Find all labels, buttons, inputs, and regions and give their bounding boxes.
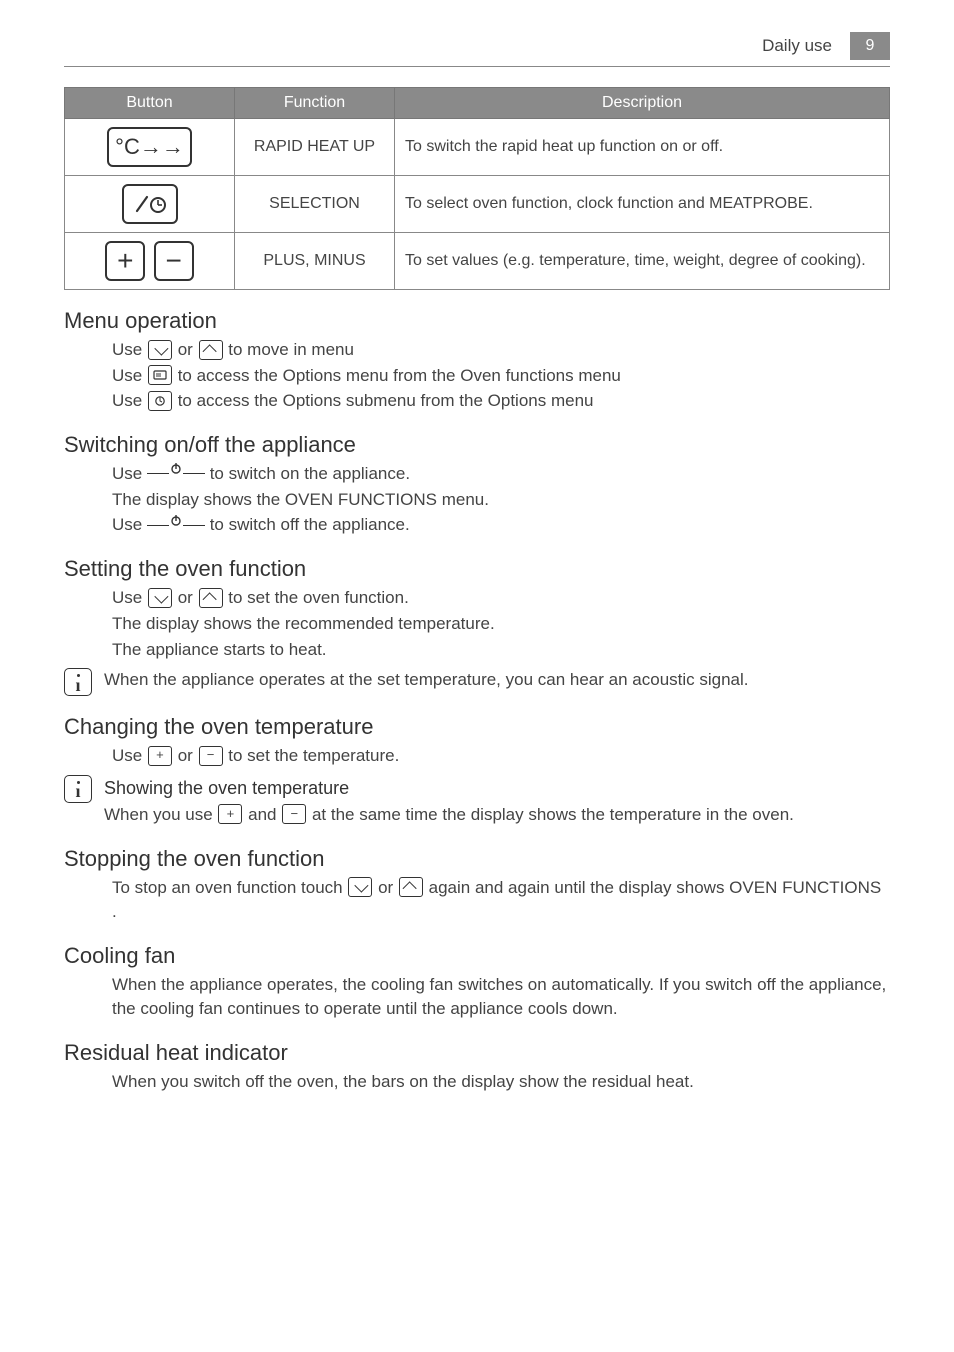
button-function-table: Button Function Description °C→→ RAPID H… — [64, 87, 890, 290]
info-text: Showing the oven temperature When you us… — [104, 775, 890, 828]
button-cell-plus-minus: + − — [65, 233, 235, 290]
function-cell: RAPID HEAT UP — [235, 119, 395, 176]
table-row: SELECTION To select oven function, clock… — [65, 176, 890, 233]
setting-body: Use or to set the oven function. The dis… — [112, 586, 890, 662]
stopping-body: To stop an oven function touch or again … — [112, 876, 890, 925]
page-header: Daily use 9 — [64, 32, 890, 67]
text: or — [178, 588, 198, 607]
info-note: ı Showing the oven temperature When you … — [64, 775, 890, 828]
chevron-down-icon — [148, 340, 172, 360]
text: to switch on the appliance. — [210, 464, 410, 483]
menu-operation-body: Use or to move in menu Use to access the… — [112, 338, 890, 414]
table-row: + − PLUS, MINUS To set values (e.g. temp… — [65, 233, 890, 290]
plus-key-icon: + — [148, 746, 172, 766]
chevron-up-icon — [399, 877, 423, 897]
text: Use — [112, 391, 147, 410]
function-cell: PLUS, MINUS — [235, 233, 395, 290]
residual-body: When you switch off the oven, the bars o… — [112, 1070, 890, 1095]
changing-body: Use + or − to set the temperature. — [112, 744, 890, 769]
changing-title: Changing the oven temperature — [64, 714, 890, 740]
options-submenu-icon — [148, 391, 172, 411]
text: or — [378, 878, 398, 897]
description-cell: To set values (e.g. temperature, time, w… — [395, 233, 890, 290]
text: Use — [112, 746, 147, 765]
options-menu-icon — [148, 365, 172, 385]
text: Use — [112, 366, 147, 385]
text: When you switch off the oven, the bars o… — [112, 1070, 890, 1095]
th-button: Button — [65, 88, 235, 119]
text: When you use — [104, 805, 217, 824]
function-cell: SELECTION — [235, 176, 395, 233]
text: To stop an oven function touch — [112, 878, 347, 897]
text: The display shows the recommended temper… — [112, 612, 890, 637]
page-number: 9 — [850, 32, 890, 60]
text: Use — [112, 340, 147, 359]
cooling-fan-body: When the appliance operates, the cooling… — [112, 973, 890, 1022]
power-icon — [147, 525, 169, 527]
text: to set the oven function. — [228, 588, 409, 607]
text: When the appliance operates, the cooling… — [112, 973, 890, 1022]
info-text: When the appliance operates at the set t… — [104, 668, 890, 693]
text: Use — [112, 464, 147, 483]
switching-body: Use to switch on the appliance. The disp… — [112, 462, 890, 538]
info-icon: ı — [64, 668, 92, 696]
text: to access the Options menu from the Oven… — [178, 366, 621, 385]
setting-title: Setting the oven function — [64, 556, 890, 582]
info-icon: ı — [64, 775, 92, 803]
residual-title: Residual heat indicator — [64, 1040, 890, 1066]
table-row: °C→→ RAPID HEAT UP To switch the rapid h… — [65, 119, 890, 176]
switching-title: Switching on/off the appliance — [64, 432, 890, 458]
text: or — [178, 340, 198, 359]
header-section-title: Daily use — [762, 36, 832, 56]
button-cell-rapid-heat: °C→→ — [65, 119, 235, 176]
power-icon — [147, 473, 169, 475]
minus-icon: − — [154, 241, 194, 281]
menu-operation-title: Menu operation — [64, 308, 890, 334]
plus-key-icon: + — [218, 804, 242, 824]
text: to move in menu — [228, 340, 354, 359]
stopping-title: Stopping the oven function — [64, 846, 890, 872]
cooling-fan-title: Cooling fan — [64, 943, 890, 969]
th-function: Function — [235, 88, 395, 119]
rapid-heat-up-icon: °C→→ — [107, 127, 192, 167]
text: to access the Options submenu from the O… — [178, 391, 594, 410]
description-cell: To switch the rapid heat up function on … — [395, 119, 890, 176]
button-cell-selection — [65, 176, 235, 233]
minus-key-icon: − — [199, 746, 223, 766]
text: and — [248, 805, 281, 824]
chevron-down-icon — [348, 877, 372, 897]
text: The appliance starts to heat. — [112, 638, 890, 663]
selection-icon — [122, 184, 178, 224]
text: to switch off the appliance. — [210, 515, 410, 534]
info-note: ı When the appliance operates at the set… — [64, 668, 890, 696]
text: to set the temperature. — [228, 746, 399, 765]
text: at the same time the display shows the t… — [312, 805, 794, 824]
text: or — [178, 746, 198, 765]
text: The display shows the OVEN FUNCTIONS men… — [112, 488, 890, 513]
chevron-up-icon — [199, 588, 223, 608]
plus-icon: + — [105, 241, 145, 281]
description-cell: To select oven function, clock function … — [395, 176, 890, 233]
text: Use — [112, 588, 147, 607]
th-description: Description — [395, 88, 890, 119]
info-subhead: Showing the oven temperature — [104, 775, 890, 801]
minus-key-icon: − — [282, 804, 306, 824]
text: Use — [112, 515, 147, 534]
chevron-down-icon — [148, 588, 172, 608]
chevron-up-icon — [199, 340, 223, 360]
